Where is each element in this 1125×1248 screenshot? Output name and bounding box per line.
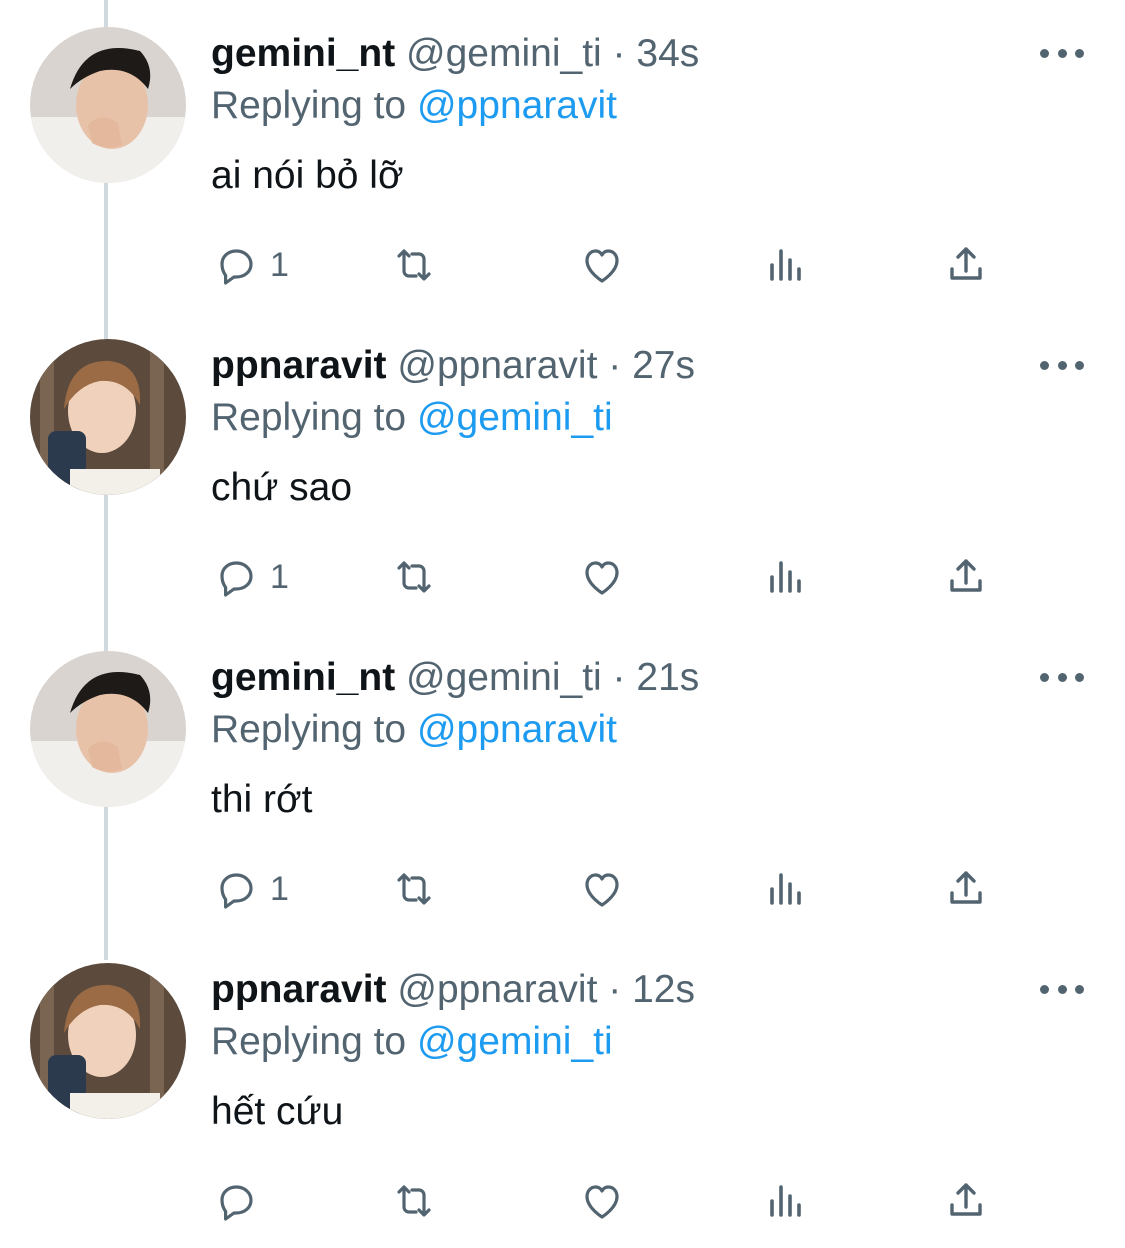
share-button[interactable] bbox=[942, 862, 990, 916]
like-icon bbox=[585, 1185, 619, 1219]
views-button[interactable] bbox=[762, 550, 810, 604]
more-icon[interactable] bbox=[1040, 662, 1084, 692]
more-icon[interactable] bbox=[1040, 350, 1084, 380]
tweet[interactable]: ppnaravit @ppnaravit · 27s Replying to @… bbox=[0, 312, 1125, 624]
tweet-text: thi rớt bbox=[211, 778, 313, 821]
tweet-header: ppnaravit @ppnaravit · 12s bbox=[211, 966, 695, 1014]
tweet-text: hết cứu bbox=[211, 1090, 344, 1133]
reply-count: 1 bbox=[270, 245, 289, 284]
retweet-icon bbox=[397, 873, 431, 905]
like-icon bbox=[585, 873, 619, 907]
avatar-ppnaravit-photo bbox=[30, 963, 186, 1119]
avatar-ppnaravit-photo bbox=[30, 339, 186, 495]
replying-prefix: Replying to bbox=[211, 708, 407, 751]
timestamp[interactable]: 27s bbox=[632, 344, 695, 387]
like-button[interactable] bbox=[578, 550, 626, 604]
tweet-actions: 1 bbox=[212, 862, 1012, 916]
reply-mention-link[interactable]: @gemini_ti bbox=[417, 396, 613, 439]
views-icon bbox=[770, 561, 801, 593]
share-icon bbox=[950, 247, 982, 280]
share-button[interactable] bbox=[942, 238, 990, 292]
tweet-actions bbox=[212, 1174, 1012, 1228]
more-icon[interactable] bbox=[1040, 38, 1084, 68]
reply-count: 1 bbox=[270, 557, 289, 596]
replying-to: Replying to @ppnaravit bbox=[211, 706, 617, 754]
tweet-actions: 1 bbox=[212, 550, 1012, 604]
reply-icon bbox=[220, 561, 253, 597]
reply-icon bbox=[220, 249, 253, 285]
handle[interactable]: @ppnaravit bbox=[397, 344, 597, 387]
replying-to: Replying to @gemini_ti bbox=[211, 394, 613, 442]
views-button[interactable] bbox=[762, 238, 810, 292]
views-button[interactable] bbox=[762, 862, 810, 916]
tweet[interactable]: gemini_nt @gemini_ti · 34s Replying to @… bbox=[0, 0, 1125, 312]
replying-prefix: Replying to bbox=[211, 84, 407, 127]
display-name[interactable]: gemini_nt bbox=[211, 32, 395, 75]
replying-prefix: Replying to bbox=[211, 396, 407, 439]
reply-mention-link[interactable]: @gemini_ti bbox=[417, 1020, 613, 1063]
tweet-header: gemini_nt @gemini_ti · 21s bbox=[211, 654, 699, 702]
replying-to: Replying to @gemini_ti bbox=[211, 1018, 613, 1066]
replying-to: Replying to @ppnaravit bbox=[211, 82, 617, 130]
display-name[interactable]: ppnaravit bbox=[211, 344, 387, 387]
avatar-gemini-photo bbox=[30, 651, 186, 807]
reply-icon bbox=[220, 873, 253, 909]
reply-button[interactable]: 1 bbox=[212, 862, 289, 916]
reply-button[interactable] bbox=[212, 1174, 270, 1228]
timestamp[interactable]: 12s bbox=[632, 968, 695, 1011]
reply-button[interactable]: 1 bbox=[212, 238, 289, 292]
timestamp[interactable]: 21s bbox=[636, 656, 699, 699]
retweet-icon bbox=[397, 249, 431, 281]
share-button[interactable] bbox=[942, 550, 990, 604]
avatar-gemini-photo bbox=[30, 27, 186, 183]
like-button[interactable] bbox=[578, 1174, 626, 1228]
reply-icon bbox=[220, 1185, 253, 1221]
handle[interactable]: @ppnaravit bbox=[397, 968, 597, 1011]
avatar[interactable] bbox=[30, 963, 186, 1119]
retweet-icon bbox=[397, 1185, 431, 1217]
separator-dot: · bbox=[612, 656, 626, 699]
share-button[interactable] bbox=[942, 1174, 990, 1228]
display-name[interactable]: gemini_nt bbox=[211, 656, 395, 699]
separator-dot: · bbox=[608, 968, 622, 1011]
views-icon bbox=[770, 873, 801, 905]
tweet-text: ai nói bỏ lỡ bbox=[211, 154, 404, 197]
timestamp[interactable]: 34s bbox=[636, 32, 699, 75]
tweet[interactable]: gemini_nt @gemini_ti · 21s Replying to @… bbox=[0, 624, 1125, 936]
reply-mention-link[interactable]: @ppnaravit bbox=[417, 84, 617, 127]
like-button[interactable] bbox=[578, 862, 626, 916]
retweet-button[interactable] bbox=[390, 550, 438, 604]
like-button[interactable] bbox=[578, 238, 626, 292]
replying-prefix: Replying to bbox=[211, 1020, 407, 1063]
views-icon bbox=[770, 1185, 801, 1217]
handle[interactable]: @gemini_ti bbox=[406, 32, 602, 75]
retweet-button[interactable] bbox=[390, 238, 438, 292]
avatar[interactable] bbox=[30, 651, 186, 807]
reply-count: 1 bbox=[270, 869, 289, 908]
tweet-actions: 1 bbox=[212, 238, 1012, 292]
reply-button[interactable]: 1 bbox=[212, 550, 289, 604]
share-icon bbox=[950, 1183, 982, 1216]
handle[interactable]: @gemini_ti bbox=[406, 656, 602, 699]
avatar[interactable] bbox=[30, 27, 186, 183]
views-icon bbox=[770, 249, 801, 281]
tweet-text: chứ sao bbox=[211, 466, 353, 509]
retweet-button[interactable] bbox=[390, 862, 438, 916]
tweet[interactable]: ppnaravit @ppnaravit · 12s Replying to @… bbox=[0, 936, 1125, 1248]
separator-dot: · bbox=[608, 344, 622, 387]
share-icon bbox=[950, 559, 982, 592]
tweet-header: ppnaravit @ppnaravit · 27s bbox=[211, 342, 695, 390]
views-button[interactable] bbox=[762, 1174, 810, 1228]
tweet-header: gemini_nt @gemini_ti · 34s bbox=[211, 30, 699, 78]
avatar[interactable] bbox=[30, 339, 186, 495]
like-icon bbox=[585, 561, 619, 595]
like-icon bbox=[585, 249, 619, 283]
display-name[interactable]: ppnaravit bbox=[211, 968, 387, 1011]
reply-mention-link[interactable]: @ppnaravit bbox=[417, 708, 617, 751]
retweet-icon bbox=[397, 561, 431, 593]
share-icon bbox=[950, 871, 982, 904]
retweet-button[interactable] bbox=[390, 1174, 438, 1228]
separator-dot: · bbox=[612, 32, 626, 75]
more-icon[interactable] bbox=[1040, 974, 1084, 1004]
